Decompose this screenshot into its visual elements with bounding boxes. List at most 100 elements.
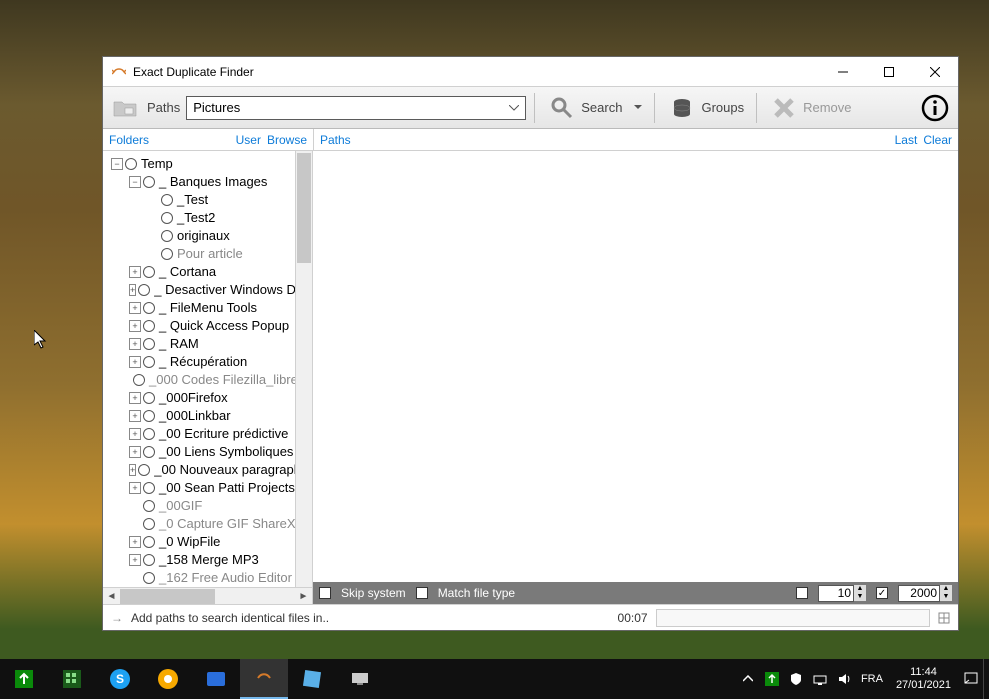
user-link[interactable]: User <box>236 133 261 147</box>
taskbar-clock[interactable]: 11:44 27/01/2021 <box>888 666 959 692</box>
radio-icon[interactable] <box>161 212 173 224</box>
radio-icon[interactable] <box>143 356 155 368</box>
tree-node[interactable]: _00GIF <box>103 497 312 515</box>
radio-icon[interactable] <box>143 392 155 404</box>
radio-icon[interactable] <box>143 302 155 314</box>
expand-icon[interactable]: + <box>129 302 141 314</box>
tree-node[interactable]: −Temp <box>103 155 312 173</box>
collapse-icon[interactable]: − <box>111 158 123 170</box>
tree-node[interactable]: +_000Linkbar <box>103 407 312 425</box>
option-checkbox-2[interactable] <box>876 587 888 599</box>
option-checkbox-1[interactable] <box>796 587 808 599</box>
tray-language[interactable]: FRA <box>856 659 888 699</box>
expand-icon[interactable]: + <box>129 446 141 458</box>
tray-shield-icon[interactable] <box>784 659 808 699</box>
collapse-icon[interactable]: − <box>129 176 141 188</box>
tree-node[interactable]: +_00 Liens Symboliques <box>103 443 312 461</box>
maximize-button[interactable] <box>866 57 912 87</box>
clear-link[interactable]: Clear <box>923 133 952 147</box>
expand-icon[interactable]: + <box>129 392 141 404</box>
radio-icon[interactable] <box>161 230 173 242</box>
tray-expand-icon[interactable] <box>736 659 760 699</box>
tree-node[interactable]: Pour article <box>103 245 312 263</box>
tray-network-icon[interactable] <box>808 659 832 699</box>
last-link[interactable]: Last <box>895 133 918 147</box>
radio-icon[interactable] <box>143 536 155 548</box>
tree-node[interactable]: originaux <box>103 227 312 245</box>
match-file-type-checkbox[interactable] <box>416 587 428 599</box>
expand-icon[interactable]: + <box>129 482 141 494</box>
tree-scroll[interactable]: −Temp−_ Banques Images_Test_Test2origina… <box>103 151 312 587</box>
tree-node[interactable]: −_ Banques Images <box>103 173 312 191</box>
tree-node[interactable]: +_ Cortana <box>103 263 312 281</box>
tree-node[interactable]: _Test <box>103 191 312 209</box>
expand-icon[interactable]: + <box>129 320 141 332</box>
expand-icon[interactable]: + <box>129 536 141 548</box>
radio-icon[interactable] <box>143 572 155 584</box>
tree-node[interactable]: _162 Free Audio Editor <box>103 569 312 587</box>
hscroll-thumb[interactable] <box>120 589 215 604</box>
tray-volume-icon[interactable] <box>832 659 856 699</box>
paths-combobox[interactable]: Pictures <box>186 96 526 120</box>
radio-icon[interactable] <box>143 266 155 278</box>
minimize-button[interactable] <box>820 57 866 87</box>
radio-icon[interactable] <box>143 518 155 530</box>
spinner-2[interactable]: ▲▼ <box>940 585 952 602</box>
tree-node[interactable]: +_00 Sean Patti Projects <box>103 479 312 497</box>
tree-node[interactable]: +_ FileMenu Tools <box>103 299 312 317</box>
tree-node[interactable]: +_0 WipFile <box>103 533 312 551</box>
tree-node[interactable]: +_ Desactiver Windows Defender <box>103 281 312 299</box>
tree-node[interactable]: +_ Quick Access Popup <box>103 317 312 335</box>
spinner-1[interactable]: ▲▼ <box>854 585 866 602</box>
radio-icon[interactable] <box>143 446 155 458</box>
expand-icon[interactable]: + <box>129 554 141 566</box>
radio-icon[interactable] <box>143 428 155 440</box>
radio-icon[interactable] <box>133 374 145 386</box>
horizontal-scrollbar[interactable]: ◄ ► <box>103 587 312 604</box>
hscroll-right-button[interactable]: ► <box>295 588 312 605</box>
expand-icon[interactable]: + <box>129 338 141 350</box>
show-desktop-button[interactable] <box>983 659 989 699</box>
radio-icon[interactable] <box>143 500 155 512</box>
radio-icon[interactable] <box>125 158 137 170</box>
taskbar-app-5[interactable] <box>192 659 240 699</box>
remove-button[interactable]: Remove <box>765 93 855 123</box>
titlebar[interactable]: Exact Duplicate Finder <box>103 57 958 87</box>
browse-link[interactable]: Browse <box>267 133 307 147</box>
taskbar-app-6[interactable] <box>288 659 336 699</box>
tree-node[interactable]: _Test2 <box>103 209 312 227</box>
radio-icon[interactable] <box>143 410 155 422</box>
caret-down-icon[interactable] <box>634 105 642 110</box>
radio-icon[interactable] <box>143 338 155 350</box>
radio-icon[interactable] <box>161 248 173 260</box>
vscroll-thumb[interactable] <box>297 153 311 263</box>
expand-icon[interactable]: + <box>129 356 141 368</box>
min-size-input[interactable]: 10 <box>818 585 854 602</box>
paths-header[interactable]: Paths <box>320 133 351 147</box>
radio-icon[interactable] <box>138 284 150 296</box>
max-size-input[interactable]: 2000 <box>898 585 940 602</box>
radio-icon[interactable] <box>143 482 155 494</box>
radio-icon[interactable] <box>138 464 150 476</box>
tree-node[interactable]: +_000Firefox <box>103 389 312 407</box>
skip-system-checkbox[interactable] <box>319 587 331 599</box>
expand-icon[interactable]: + <box>129 428 141 440</box>
info-button[interactable] <box>920 93 950 123</box>
tree-node[interactable]: _000 Codes Filezilla_librewolf <box>103 371 312 389</box>
tree-node[interactable]: +_ Récupération <box>103 353 312 371</box>
radio-icon[interactable] <box>161 194 173 206</box>
taskbar[interactable]: S FRA 11:44 27/01/2021 <box>0 659 989 699</box>
groups-button[interactable]: Groups <box>663 93 748 123</box>
tree-node[interactable]: +_00 Ecriture prédictive <box>103 425 312 443</box>
tree-node[interactable]: _0 Capture GIF ShareX <box>103 515 312 533</box>
taskbar-app-4[interactable] <box>144 659 192 699</box>
taskbar-app-2[interactable] <box>48 659 96 699</box>
taskbar-app-1[interactable] <box>0 659 48 699</box>
taskbar-app-7[interactable] <box>336 659 384 699</box>
expand-icon[interactable]: + <box>129 266 141 278</box>
expand-icon[interactable]: + <box>129 284 136 296</box>
radio-icon[interactable] <box>143 176 155 188</box>
expand-icon[interactable]: + <box>129 464 136 476</box>
vertical-scrollbar[interactable] <box>295 151 312 587</box>
folders-header[interactable]: Folders <box>109 133 149 147</box>
